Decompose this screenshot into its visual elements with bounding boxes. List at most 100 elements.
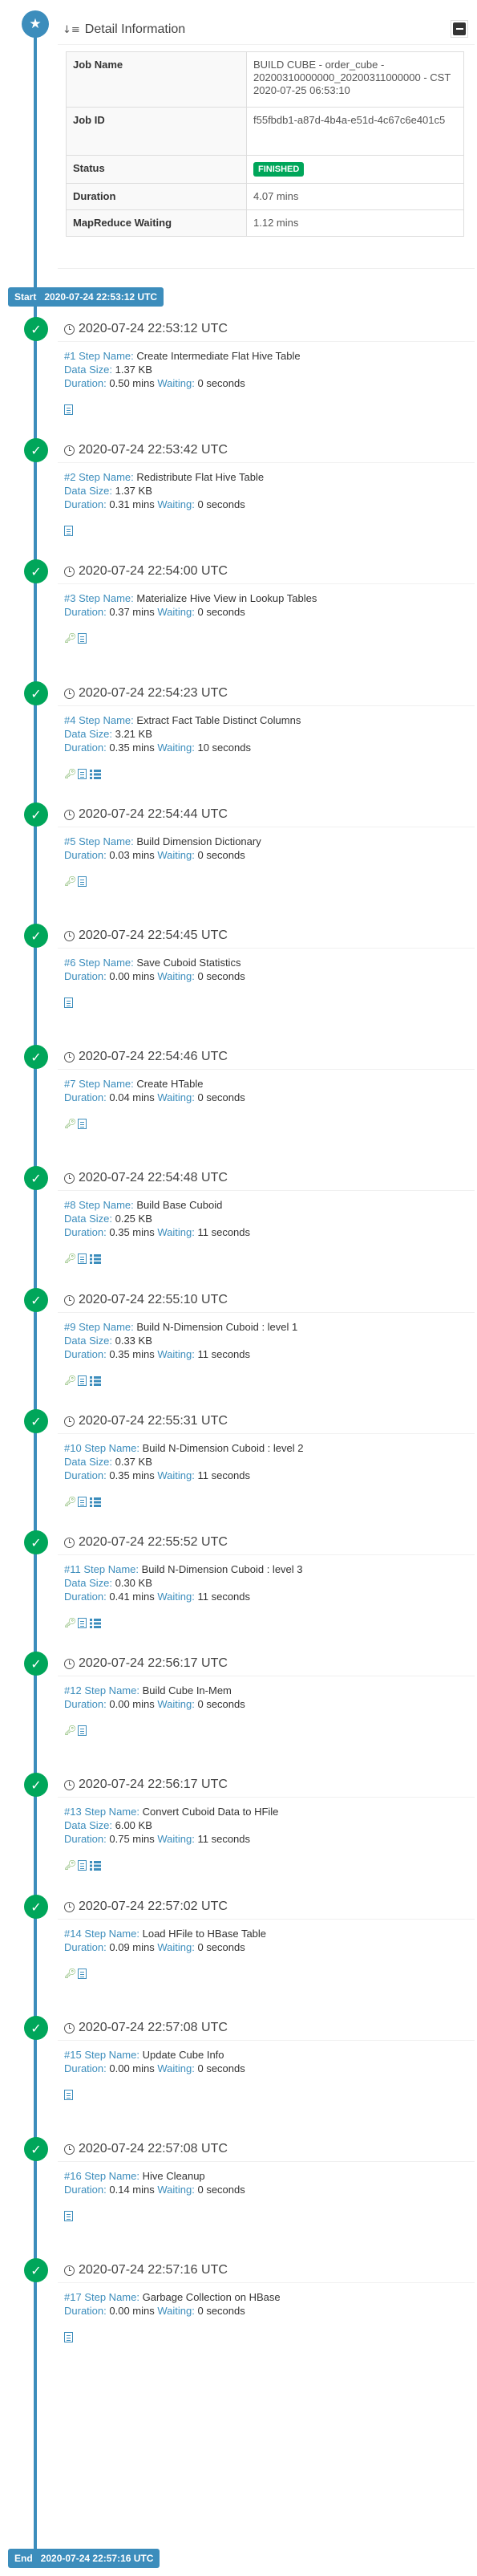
- doc-icon[interactable]: [78, 1119, 87, 1129]
- data-size-line: Data Size: 3.21 KB: [64, 727, 465, 741]
- waiting: 0 seconds: [197, 1091, 245, 1103]
- doc-icon[interactable]: [64, 2090, 73, 2100]
- step-actions: [64, 404, 73, 415]
- step-number[interactable]: #13: [64, 1806, 82, 1818]
- doc-icon[interactable]: [78, 1375, 87, 1386]
- clock-icon: [64, 323, 75, 335]
- step-time-text: 2020-07-24 22:57:16 UTC: [79, 2263, 228, 2277]
- key-icon[interactable]: 🔑︎: [64, 1497, 76, 1507]
- clock-icon: [64, 1658, 75, 1669]
- step-number[interactable]: #14: [64, 1928, 82, 1940]
- step-number[interactable]: #11: [64, 1563, 81, 1575]
- doc-icon[interactable]: [64, 997, 73, 1008]
- duration-line: Duration: 0.00 mins Waiting: 0 seconds: [64, 969, 465, 983]
- key-icon[interactable]: 🔑︎: [64, 769, 76, 779]
- tasks-icon[interactable]: [90, 1497, 101, 1507]
- doc-icon[interactable]: [64, 2211, 73, 2221]
- step-number[interactable]: #15: [64, 2049, 82, 2061]
- duration-label: Duration:: [64, 498, 107, 510]
- divider: [58, 2040, 475, 2041]
- check-icon: ✓: [24, 1773, 48, 1797]
- waiting-label: Waiting:: [157, 606, 195, 618]
- doc-icon[interactable]: [78, 1497, 87, 1507]
- step-time-text: 2020-07-24 22:55:10 UTC: [79, 1293, 228, 1306]
- tasks-icon[interactable]: [90, 1253, 101, 1264]
- tasks-icon[interactable]: [90, 1375, 101, 1386]
- key-icon[interactable]: 🔑︎: [64, 1253, 76, 1264]
- step-actions: 🔑︎: [64, 1497, 101, 1507]
- step-number[interactable]: #6: [64, 957, 75, 969]
- tasks-icon[interactable]: [90, 1618, 101, 1628]
- duration: 0.14 mins: [109, 2184, 155, 2196]
- key-icon[interactable]: 🔑︎: [64, 876, 76, 887]
- duration: 0.35 mins: [109, 1226, 155, 1238]
- doc-icon[interactable]: [78, 769, 87, 779]
- duration-label: Duration:: [64, 2062, 107, 2074]
- key-icon[interactable]: 🔑︎: [64, 1725, 76, 1736]
- step-actions: 🔑︎: [64, 1375, 101, 1386]
- step-name-label: Step Name:: [84, 1806, 139, 1818]
- step-number[interactable]: #17: [64, 2291, 82, 2303]
- waiting-label: Waiting:: [157, 1469, 195, 1481]
- step-number[interactable]: #10: [64, 1442, 82, 1454]
- step-time: 2020-07-24 22:54:23 UTC: [64, 686, 228, 701]
- step-number[interactable]: #12: [64, 1684, 82, 1696]
- step-time: 2020-07-24 22:57:08 UTC: [64, 2021, 228, 2035]
- doc-icon[interactable]: [64, 2332, 73, 2342]
- step-number[interactable]: #9: [64, 1321, 75, 1333]
- step-name-line: #12 Step Name: Build Cube In-Mem: [64, 1684, 465, 1697]
- key-icon[interactable]: 🔑︎: [64, 1860, 76, 1871]
- step-number[interactable]: #4: [64, 714, 75, 726]
- key-icon[interactable]: 🔑︎: [64, 1375, 76, 1386]
- doc-icon[interactable]: [78, 1725, 87, 1736]
- waiting-label: Waiting:: [157, 377, 195, 389]
- step-actions: [64, 526, 73, 536]
- duration-line: Duration: 0.00 mins Waiting: 0 seconds: [64, 2304, 465, 2318]
- step-actions: 🔑︎: [64, 1969, 87, 1979]
- step-name-line: #17 Step Name: Garbage Collection on HBa…: [64, 2290, 465, 2304]
- data-size-label: Data Size:: [64, 1577, 112, 1589]
- waiting: 0 seconds: [197, 970, 245, 982]
- tasks-icon[interactable]: [90, 1860, 101, 1871]
- doc-icon[interactable]: [78, 1253, 87, 1264]
- doc-icon[interactable]: [78, 1618, 87, 1628]
- doc-icon[interactable]: [78, 1860, 87, 1871]
- step-number[interactable]: #7: [64, 1078, 75, 1090]
- step-time-text: 2020-07-24 22:54:45 UTC: [79, 928, 228, 942]
- duration: 0.00 mins: [109, 970, 155, 982]
- check-icon: ✓: [24, 1652, 48, 1676]
- step-name-label: Step Name:: [79, 592, 134, 604]
- doc-icon[interactable]: [78, 876, 87, 887]
- doc-icon[interactable]: [64, 526, 73, 536]
- waiting: 0 seconds: [197, 498, 245, 510]
- data-size: 0.30 KB: [115, 1577, 152, 1589]
- step-number[interactable]: #2: [64, 471, 75, 483]
- clock-icon: [64, 445, 75, 456]
- key-icon[interactable]: 🔑︎: [64, 1119, 76, 1129]
- data-size: 3.21 KB: [115, 728, 152, 740]
- tasks-icon[interactable]: [90, 769, 101, 779]
- step-number[interactable]: #16: [64, 2170, 82, 2182]
- data-size-label: Data Size:: [64, 1456, 112, 1468]
- step-number[interactable]: #8: [64, 1199, 75, 1211]
- doc-icon[interactable]: [78, 1969, 87, 1979]
- key-icon[interactable]: 🔑︎: [64, 633, 76, 644]
- duration-label: Duration:: [64, 1591, 107, 1603]
- step-body: #11 Step Name: Build N-Dimension Cuboid …: [64, 1562, 465, 1603]
- doc-icon[interactable]: [64, 404, 73, 415]
- waiting-label: Waiting:: [157, 1591, 195, 1603]
- duration-line: Duration: 0.50 mins Waiting: 0 seconds: [64, 376, 465, 390]
- collapse-button[interactable]: [451, 20, 468, 38]
- step-number[interactable]: #5: [64, 835, 75, 847]
- step-actions: [64, 997, 73, 1008]
- key-icon[interactable]: 🔑︎: [64, 1618, 76, 1628]
- clock-icon: [64, 1901, 75, 1912]
- step-body: #4 Step Name: Extract Fact Table Distinc…: [64, 713, 465, 754]
- step-body: #5 Step Name: Build Dimension Dictionary…: [64, 835, 465, 862]
- step-number[interactable]: #1: [64, 350, 75, 362]
- duration-line: Duration: 0.35 mins Waiting: 10 seconds: [64, 741, 465, 754]
- step-number[interactable]: #3: [64, 592, 75, 604]
- sort-icon: ↓≡: [63, 23, 80, 36]
- doc-icon[interactable]: [78, 633, 87, 644]
- key-icon[interactable]: 🔑︎: [64, 1969, 76, 1979]
